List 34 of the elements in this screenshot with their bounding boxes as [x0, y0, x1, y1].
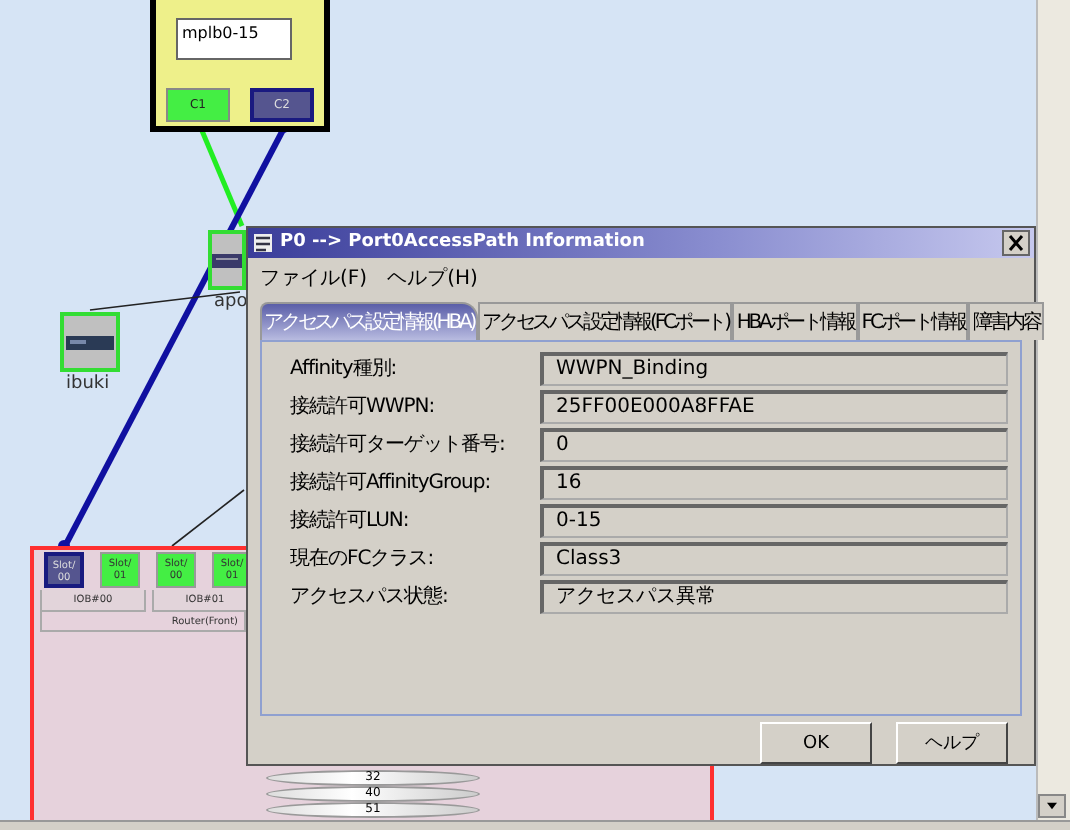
dialog-button[interactable]: OK: [760, 722, 872, 764]
field-label: 接続許可ターゲット番号:: [290, 431, 507, 459]
tab[interactable]: アクセスパス設定情報(FCポート): [478, 301, 733, 340]
value-field: 0-15: [540, 503, 1008, 538]
server-node[interactable]: [60, 312, 120, 372]
value-field: WWPN_Binding: [540, 351, 1008, 386]
dialog-button[interactable]: ヘルプ: [896, 722, 1008, 764]
field-label: 接続許可AffinityGroup:: [290, 469, 493, 497]
field-label: 接続許可WWPN:: [290, 393, 437, 421]
tab[interactable]: 障害内容: [968, 301, 1044, 340]
value-field: 0: [540, 427, 1008, 462]
horizontal-scrollbar[interactable]: [0, 820, 1070, 830]
field-label: 接続許可LUN:: [290, 507, 411, 535]
field-label: アクセスパス状態:: [290, 583, 450, 611]
menu-item[interactable]: ファイル(F): [260, 263, 368, 292]
tab[interactable]: HBAポート情報: [732, 301, 858, 340]
storage-label-field: mplb0-15: [176, 18, 292, 60]
scroll-down-icon[interactable]: [1038, 794, 1066, 818]
server-icon: [66, 332, 114, 352]
tab[interactable]: FCポート情報: [857, 301, 969, 340]
value-field: アクセスパス異常: [540, 579, 1008, 614]
menu-item[interactable]: ヘルプ(H): [387, 263, 478, 292]
window-title: P0 --> Port0AccessPath Information: [280, 232, 647, 253]
node-label: apo: [214, 292, 248, 312]
app-icon: [252, 231, 274, 254]
field-label: Affinity種別:: [290, 356, 399, 383]
switch-icon: [212, 248, 242, 272]
close-icon[interactable]: [1002, 229, 1030, 256]
field-label: 現在のFCクラス:: [290, 546, 436, 573]
value-field: Class3: [540, 541, 1008, 576]
node-label: ibuki: [66, 374, 110, 394]
switch-node[interactable]: [208, 230, 246, 290]
value-field: 25FF00E000A8FFAE: [540, 389, 1008, 424]
value-field: 16: [540, 465, 1008, 500]
